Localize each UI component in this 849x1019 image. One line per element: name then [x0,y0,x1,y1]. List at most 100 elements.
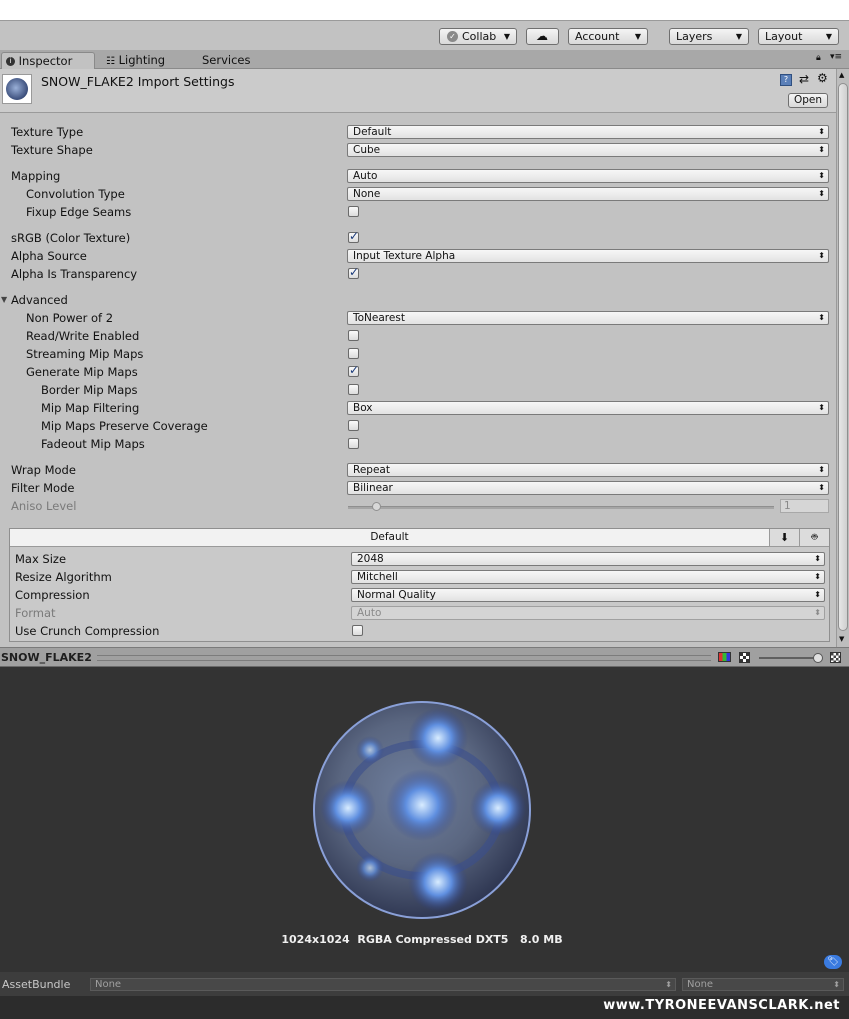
generate-mip-row: Generate Mip Maps ✓ [0,363,836,380]
mip-preserve-label: Mip Maps Preserve Coverage [41,419,208,433]
inspector-header: SNOW_FLAKE2 Import Settings ? ⇄ ⚙ Open [0,69,836,113]
fadeout-mip-label: Fadeout Mip Maps [41,437,145,451]
account-button[interactable]: Account ▼ [568,28,648,45]
alpha-channel-icon[interactable] [739,652,750,663]
advanced-foldout[interactable]: ▼ Advanced [0,292,836,308]
wrap-mode-label: Wrap Mode [11,463,76,477]
help-icon[interactable]: ? [780,74,792,86]
texture-shape-label: Texture Shape [11,143,93,157]
gear-icon[interactable]: ⚙ [817,71,828,85]
download-icon: ⬇ [779,531,790,544]
lock-icon[interactable]: 🔒︎ [816,53,821,63]
texture-shape-dropdown[interactable]: Cube ⬍ [347,143,829,157]
preview-header[interactable]: SNOW_FLAKE2 [0,647,849,667]
filter-mode-dropdown[interactable]: Bilinear ⬍ [347,481,829,495]
wrap-mode-dropdown[interactable]: Repeat ⬍ [347,463,829,477]
non-power-of-2-label: Non Power of 2 [26,311,114,325]
layout-button[interactable]: Layout ▼ [758,28,839,45]
texture-type-dropdown[interactable]: Default ⬍ [347,125,829,139]
alpha-is-transparency-checkbox[interactable]: ✓ [348,265,360,279]
preview-title: SNOW_FLAKE2 [1,651,92,664]
platform-tab-bar: Default ⬇ 🤖︎ [10,529,829,547]
platform-tab-default[interactable]: Default [10,529,769,546]
compression-dropdown[interactable]: Normal Quality ⬍ [351,588,825,602]
mip-preserve-checkbox[interactable] [348,420,359,431]
drag-handle-lines[interactable] [97,655,711,661]
compression-label: Compression [15,588,90,602]
read-write-checkbox[interactable] [348,330,359,341]
max-size-label: Max Size [15,552,67,566]
assetbundle-variant-dropdown[interactable]: None ⬍ [682,978,844,991]
border-mip-row: Border Mip Maps [0,382,836,398]
updown-arrow-icon: ⬍ [818,251,825,260]
alpha-source-dropdown[interactable]: Input Texture Alpha ⬍ [347,249,829,263]
updown-arrow-icon: ⬍ [665,980,672,989]
dropdown-value: None [353,188,381,200]
fixup-edge-seams-checkbox[interactable] [348,206,359,217]
collab-button[interactable]: ✓ Collab ▼ [439,28,517,45]
checker-icon[interactable] [830,652,841,663]
convolution-type-dropdown[interactable]: None ⬍ [347,187,829,201]
alpha-source-row: Alpha Source Input Texture Alpha ⬍ [0,248,836,264]
tab-label: Inspector [18,54,73,68]
crunch-checkbox[interactable] [352,625,363,636]
crunch-row: Use Crunch Compression [10,623,829,639]
tab-lighting[interactable]: ☷ Lighting [102,52,172,69]
scroll-up-arrow-icon[interactable]: ▲ [839,71,844,79]
filter-mode-row: Filter Mode Bilinear ⬍ [0,480,836,496]
footer-bar: www.TYRONEEVANSCLARK.net [0,996,849,1019]
aniso-level-slider-thumb[interactable] [372,502,381,511]
alpha-is-transparency-label: Alpha Is Transparency [11,267,138,281]
updown-arrow-icon: ⬍ [814,590,821,599]
tab-services[interactable]: Services [198,52,258,69]
resize-algorithm-dropdown[interactable]: Mitchell ⬍ [351,570,825,584]
preset-icon[interactable]: ⇄ [799,72,809,86]
lighting-icon: ☷ [106,56,115,67]
border-mip-checkbox[interactable] [348,384,359,395]
srgb-checkbox[interactable]: ✓ [348,229,360,243]
advanced-label: Advanced [11,293,68,307]
updown-arrow-icon: ⬍ [814,572,821,581]
checkmark-icon: ✓ [349,229,360,243]
mapping-dropdown[interactable]: Auto ⬍ [347,169,829,183]
checkmark-icon: ✓ [349,265,360,279]
fixup-edge-seams-row: Fixup Edge Seams [0,204,836,220]
rgb-channel-icon[interactable] [718,652,731,662]
texture-preview-area[interactable]: 1024x1024 RGBA Compressed DXT5 8.0 MB [0,667,849,972]
dropdown-value: Auto [353,170,378,182]
layers-button[interactable]: Layers ▼ [669,28,749,45]
fadeout-mip-checkbox[interactable] [348,438,359,449]
non-power-of-2-dropdown[interactable]: ToNearest ⬍ [347,311,829,325]
scroll-down-arrow-icon[interactable]: ▼ [839,635,844,643]
inspector-scrollbar[interactable]: ▲ ▼ [836,69,849,647]
platform-tab-standalone[interactable]: ⬇ [769,529,799,546]
main-toolbar: ✓ Collab ▼ ☁ Account ▼ Layers ▼ Layout ▼ [0,20,849,50]
mip-level-slider-thumb[interactable] [813,653,823,663]
panel-menu-icon[interactable]: ▾≡ [830,52,842,62]
texture-type-row: Texture Type Default ⬍ [0,124,836,140]
open-button[interactable]: Open [788,93,828,108]
tab-inspector[interactable]: i Inspector [1,52,95,69]
dropdown-value: ToNearest [353,312,405,324]
fixup-edge-seams-label: Fixup Edge Seams [26,205,132,219]
layout-label: Layout [765,30,803,43]
mip-filtering-dropdown[interactable]: Box ⬍ [347,401,829,415]
cloud-button[interactable]: ☁ [526,28,559,45]
aniso-level-slider-track[interactable] [348,506,774,509]
dropdown-value: None [95,979,122,990]
label-tag-icon[interactable]: 🏷︎ [824,955,842,969]
foldout-triangle-icon: ▼ [1,295,8,304]
updown-arrow-icon: ⬍ [818,127,825,136]
scrollbar-thumb[interactable] [838,83,848,631]
streaming-mip-checkbox[interactable] [348,348,359,359]
filter-mode-label: Filter Mode [11,481,75,495]
dropdown-arrow-icon: ▼ [825,32,832,41]
read-write-label: Read/Write Enabled [26,329,140,343]
platform-tab-android[interactable]: 🤖︎ [799,529,829,546]
generate-mip-checkbox[interactable]: ✓ [348,363,359,377]
aniso-level-field[interactable]: 1 [780,499,829,513]
texture-thumbnail [2,74,32,104]
assetbundle-name-dropdown[interactable]: None ⬍ [90,978,676,991]
mip-level-slider-track[interactable] [759,657,821,659]
max-size-dropdown[interactable]: 2048 ⬍ [351,552,825,566]
